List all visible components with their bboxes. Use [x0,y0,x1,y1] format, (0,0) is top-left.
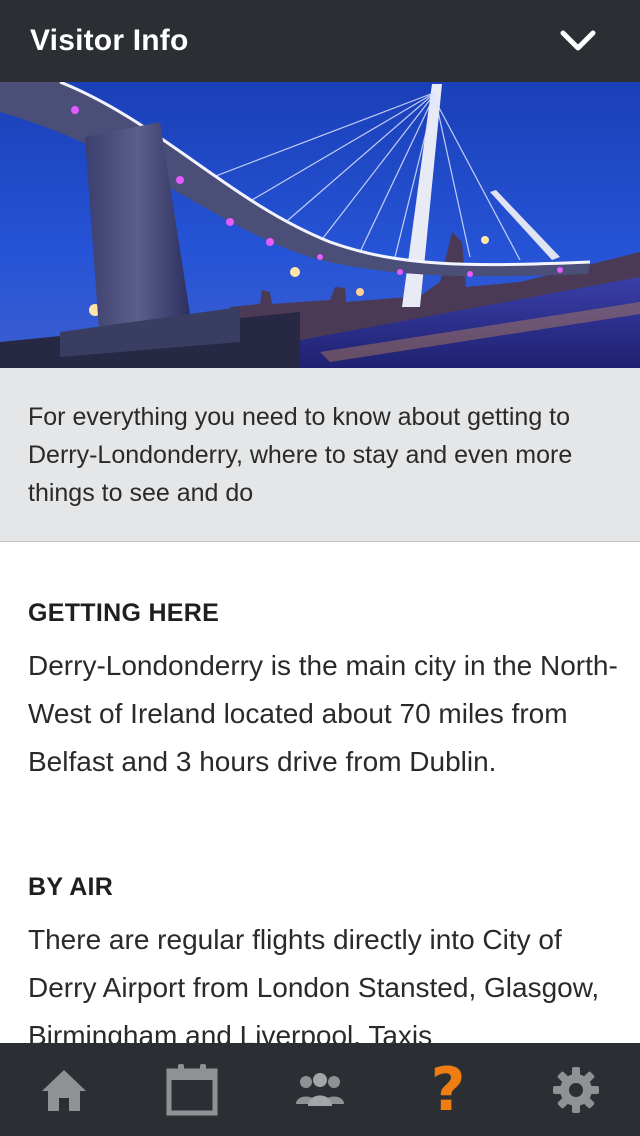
section-heading: BY AIR [28,873,114,901]
section-body: There are regular flights directly into … [28,924,600,1043]
section-getting-here: GETTING HERE Derry-Londonderry is the ma… [28,599,628,786]
section-heading: GETTING HERE [28,599,220,627]
tab-community[interactable] [288,1058,352,1122]
people-icon [296,1072,344,1106]
home-icon [42,1069,86,1111]
section-body: Derry-Londonderry is the main city in th… [28,650,618,777]
collapse-toggle-button[interactable] [558,21,598,61]
page-title: Visitor Info [30,24,189,57]
question-icon: ? [430,1054,466,1125]
calendar-icon [166,1063,218,1115]
intro-text: For everything you need to know about ge… [28,403,573,507]
tab-events[interactable] [160,1058,224,1122]
gear-icon [553,1066,599,1113]
hero-image [0,82,640,368]
header-bar: Visitor Info [0,0,640,82]
bottom-tab-bar: ? [0,1043,640,1136]
tab-home[interactable] [32,1058,96,1122]
tab-visitor-info[interactable]: ? [416,1058,480,1122]
tab-settings[interactable] [544,1058,608,1122]
content-scroll-area[interactable]: GETTING HERE Derry-Londonderry is the ma… [0,543,640,1043]
illuminated-bridge-photo [0,82,640,368]
section-by-air: BY AIR There are regular flights directl… [28,873,628,1043]
intro-panel: For everything you need to know about ge… [0,368,640,542]
chevron-down-icon [560,30,596,51]
